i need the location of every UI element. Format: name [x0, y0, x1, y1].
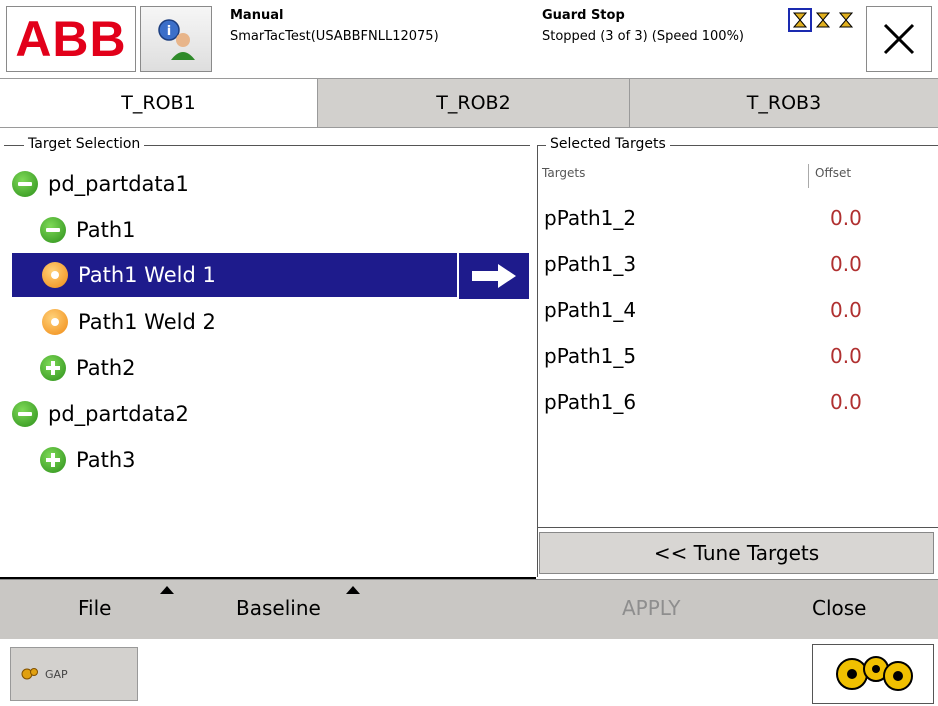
controller-state: Guard Stop Stopped (3 of 3) (Speed 100%): [542, 8, 744, 44]
tree-item-path1[interactable]: Path1: [40, 208, 510, 252]
apply-button[interactable]: APPLY: [622, 596, 681, 620]
file-menu-button[interactable]: File: [78, 596, 111, 620]
hourglass-icon: [836, 10, 856, 30]
target-name: pPath1_4: [544, 298, 637, 322]
mode-label: Manual: [230, 8, 284, 23]
tree-item-label: Path2: [76, 356, 136, 380]
tab-t-rob3[interactable]: T_ROB3: [630, 79, 938, 127]
plus-circle-icon[interactable]: [40, 447, 66, 473]
orange-dot-icon: [42, 262, 68, 288]
tree-item-label: pd_partdata1: [48, 172, 189, 196]
target-offset: 0.0: [830, 390, 862, 414]
column-separator: [808, 164, 809, 188]
arrow-right-icon: [472, 264, 516, 288]
menu-caret-icon: [346, 586, 360, 594]
tab-t-rob1[interactable]: T_ROB1: [0, 79, 318, 127]
run-status: Stopped (3 of 3) (Speed 100%): [542, 29, 744, 44]
gap-app-button[interactable]: GAP: [10, 647, 138, 701]
svg-text:i: i: [167, 24, 171, 39]
gap-app-label: GAP: [45, 667, 68, 681]
selected-targets-legend: Selected Targets: [546, 136, 670, 152]
tree-item-path2[interactable]: Path2: [40, 346, 510, 390]
tree-item-path1-weld2[interactable]: Path1 Weld 2: [42, 300, 512, 344]
target-offset: 0.0: [830, 344, 862, 368]
target-name: pPath1_5: [544, 344, 637, 368]
divider: [537, 527, 938, 528]
target-selection-legend: Target Selection: [24, 136, 145, 152]
minus-circle-icon[interactable]: [12, 401, 38, 427]
quickset-button[interactable]: [812, 644, 934, 704]
user-status-button[interactable]: i: [140, 6, 212, 72]
orange-dot-icon: [42, 309, 68, 335]
table-row[interactable]: pPath1_4 0.0: [538, 288, 936, 334]
status-bar: ABB i Manual SmarTacTest(USABBFNLL12075)…: [0, 0, 938, 78]
menu-caret-icon: [160, 586, 174, 594]
target-offset: 0.0: [830, 206, 862, 230]
table-row[interactable]: pPath1_6 0.0: [538, 380, 936, 426]
table-row[interactable]: pPath1_5 0.0: [538, 334, 936, 380]
tree-item-label: Path1 Weld 2: [78, 310, 216, 334]
target-name: pPath1_2: [544, 206, 637, 230]
add-targets-button[interactable]: [457, 253, 529, 299]
targets-table-header: Targets Offset: [538, 160, 936, 188]
abb-logo: ABB: [15, 11, 127, 67]
taskbar: GAP: [0, 639, 938, 706]
table-row[interactable]: pPath1_3 0.0: [538, 242, 936, 288]
close-icon: [883, 23, 915, 55]
table-row[interactable]: pPath1_2 0.0: [538, 196, 936, 242]
tab-t-rob2[interactable]: T_ROB2: [318, 79, 630, 127]
controller-mode: Manual SmarTacTest(USABBFNLL12075): [230, 8, 439, 44]
tree-item-label: Path1 Weld 1: [78, 263, 216, 287]
target-name: pPath1_3: [544, 252, 637, 276]
close-button[interactable]: Close: [812, 596, 866, 620]
system-name: SmarTacTest(USABBFNLL12075): [230, 29, 439, 44]
guard-status: Guard Stop: [542, 8, 625, 23]
tree-item-path3[interactable]: Path3: [40, 438, 510, 482]
tree-item-pd-partdata1[interactable]: pd_partdata1: [12, 162, 512, 206]
tune-targets-button[interactable]: << Tune Targets: [539, 532, 934, 574]
gears-icon: [836, 656, 913, 691]
target-offset: 0.0: [830, 298, 862, 322]
plus-circle-icon[interactable]: [40, 355, 66, 381]
abb-menu-button[interactable]: ABB: [6, 6, 136, 72]
minus-circle-icon[interactable]: [40, 217, 66, 243]
tree-item-pd-partdata2[interactable]: pd_partdata2: [12, 392, 512, 436]
hourglass-icon: [788, 8, 812, 32]
tree-item-label: pd_partdata2: [48, 402, 189, 426]
column-header-targets: Targets: [542, 166, 586, 180]
tree-item-path1-weld1[interactable]: Path1 Weld 1: [12, 253, 457, 297]
tree-item-label: Path3: [76, 448, 136, 472]
gear-icon: [21, 668, 38, 680]
target-name: pPath1_6: [544, 390, 637, 414]
baseline-menu-button[interactable]: Baseline: [236, 596, 321, 620]
command-bar: File Baseline APPLY Close: [0, 579, 938, 639]
target-offset: 0.0: [830, 252, 862, 276]
hourglass-icon: [813, 10, 833, 30]
tree-item-label: Path1: [76, 218, 136, 242]
close-window-button[interactable]: [866, 6, 932, 72]
task-hourglasses: [788, 8, 856, 32]
column-header-offset: Offset: [815, 166, 852, 180]
minus-circle-icon[interactable]: [12, 171, 38, 197]
robot-tabs: T_ROB1 T_ROB2 T_ROB3: [0, 78, 938, 128]
user-info-icon: i: [158, 19, 195, 60]
